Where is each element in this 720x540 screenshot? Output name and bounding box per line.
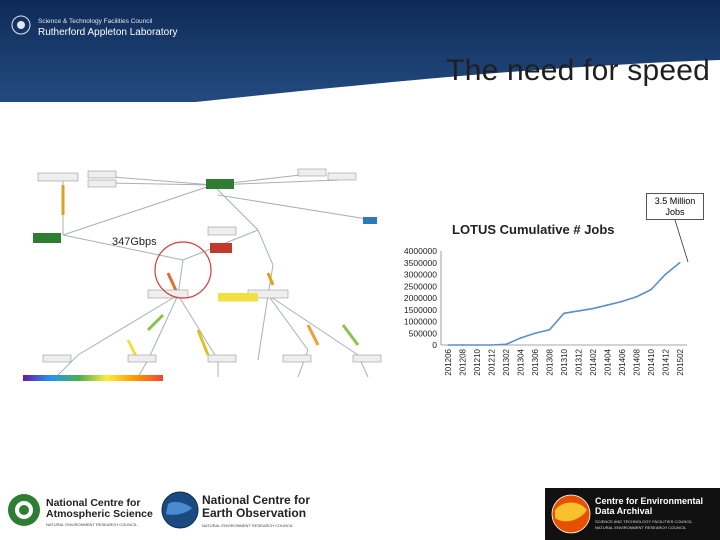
- x-tick-label: 201210: [473, 348, 482, 375]
- data-point: [519, 337, 522, 339]
- data-point: [592, 307, 594, 310]
- x-tick-label: 201206: [444, 348, 453, 375]
- y-tick-label: 2500000: [404, 281, 437, 291]
- org-line2: Rutherford Appleton Laboratory: [38, 27, 178, 38]
- ceda-line1: Centre for Environmental: [595, 496, 704, 506]
- org-logo-text: Science & Technology Facilities Council …: [38, 18, 178, 38]
- x-tick-label: 201306: [531, 348, 540, 375]
- data-point: [621, 300, 623, 303]
- x-tick-label: 201502: [676, 348, 685, 375]
- highlight-circle: [154, 241, 212, 299]
- callout-line2: Jobs: [665, 207, 685, 217]
- nceo-logo: National Centre for Earth Observation NA…: [160, 488, 340, 532]
- y-tick-label: 3000000: [404, 270, 437, 280]
- y-tick-label: 1500000: [404, 305, 437, 315]
- network-links: [57, 172, 374, 378]
- bandwidth-label: 347Gbps: [112, 236, 157, 248]
- ceda-logo: Centre for Environmental Data Archival S…: [545, 488, 720, 540]
- data-point: [447, 344, 450, 346]
- x-tick-label: 201412: [661, 348, 670, 375]
- data-point: [664, 273, 667, 276]
- nceo-globe-icon: [161, 491, 199, 529]
- lotus-jobs-chart: 4000000 3500000 30000002500000 2000000 15000…: [404, 246, 687, 376]
- data-point: [476, 344, 478, 346]
- ncas-line2: Atmospheric Science: [46, 508, 153, 520]
- data-point: [505, 343, 507, 346]
- nceo-line2: Earth Observation: [202, 506, 307, 520]
- x-tick-label: 201410: [647, 348, 656, 375]
- y-tick-label: 2000000: [404, 293, 437, 303]
- x-tick-label: 201208: [459, 348, 468, 375]
- x-tick-label: 201212: [488, 348, 497, 375]
- x-tick-label: 201406: [618, 348, 627, 375]
- org-line1: Science & Technology Facilities Council: [38, 18, 153, 25]
- x-tick-label: 201308: [546, 348, 555, 375]
- data-point: [534, 332, 536, 335]
- data-point: [606, 304, 609, 306]
- network-nodes: [33, 168, 382, 363]
- y-tick-label: 1000000: [404, 317, 437, 327]
- network-diagram: [23, 168, 382, 381]
- ncas-line3: NATURAL ENVIRONMENT RESEARCH COUNCIL: [46, 522, 138, 527]
- x-tick-label: 201408: [632, 348, 641, 375]
- data-point: [635, 296, 638, 298]
- ceda-globe-icon: [551, 494, 591, 534]
- jobs-callout: 3.5 Million Jobs: [646, 193, 704, 220]
- x-tick-label: 201302: [502, 348, 511, 375]
- data-point: [577, 310, 580, 312]
- utilisation-legend: [23, 375, 163, 381]
- nceo-line3: NATURAL ENVIRONMENT RESEARCH COUNCIL: [202, 523, 294, 528]
- ceda-line4: NATURAL ENVIRONMENT RESEARCH COUNCIL: [595, 525, 687, 530]
- data-point: [461, 344, 464, 346]
- x-tick-label: 201402: [589, 348, 598, 375]
- y-tick-label: 4000000: [404, 246, 437, 256]
- stfc-logo-icon: [11, 15, 31, 35]
- data-point: [678, 261, 681, 264]
- y-tick-label: 3500000: [404, 258, 437, 268]
- series-line: [448, 262, 681, 346]
- data-point: [490, 344, 493, 346]
- data-point: [563, 312, 565, 315]
- x-tick-label: 201310: [560, 348, 569, 375]
- x-tick-label: 201312: [574, 348, 583, 375]
- page-title: The need for speed: [446, 54, 710, 87]
- data-point: [650, 288, 652, 291]
- callout-line1: 3.5 Million: [654, 196, 696, 206]
- y-tick-label: 0: [432, 340, 437, 350]
- ncas-logo: National Centre for Atmospheric Science …: [6, 490, 166, 530]
- ncas-emblem-icon: [8, 494, 40, 526]
- x-tick-label: 201404: [603, 348, 612, 375]
- ceda-line2: Data Archival: [595, 506, 653, 516]
- x-tick-label: 201304: [517, 348, 526, 375]
- y-tick-label: 500000: [409, 328, 438, 338]
- data-point: [548, 328, 551, 331]
